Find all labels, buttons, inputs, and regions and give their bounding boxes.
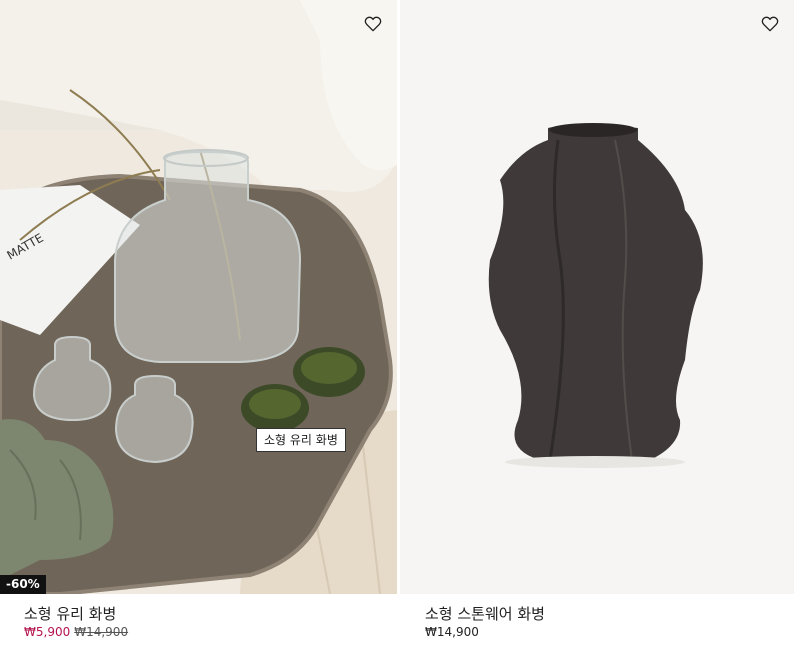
discount-badge: -60%: [0, 575, 46, 594]
product-image-glass-vase[interactable]: MATTE: [0, 0, 397, 594]
product-tag-label[interactable]: 소형 유리 화병: [256, 428, 346, 452]
product-card-glass-vase[interactable]: MATTE 소형 유리 화병 -60% 소형 유리 화병 ₩5,900 ₩14,9…: [0, 0, 397, 645]
heart-icon[interactable]: [363, 14, 383, 34]
stoneware-vase-photo: [400, 0, 794, 594]
product-card-stoneware-vase[interactable]: 소형 스톤웨어 화병 ₩14,900: [400, 0, 794, 645]
product-image-stoneware-vase[interactable]: [400, 0, 794, 594]
price-row: ₩5,900 ₩14,900: [24, 625, 128, 639]
price-row: ₩14,900: [425, 625, 479, 639]
sale-price: ₩5,900: [24, 625, 71, 639]
original-price: ₩14,900: [74, 625, 129, 639]
product-name[interactable]: 소형 유리 화병: [24, 603, 116, 624]
price: ₩14,900: [425, 625, 479, 639]
glass-vase-photo: MATTE: [0, 0, 397, 594]
heart-icon[interactable]: [760, 14, 780, 34]
product-name[interactable]: 소형 스톤웨어 화병: [425, 603, 545, 624]
